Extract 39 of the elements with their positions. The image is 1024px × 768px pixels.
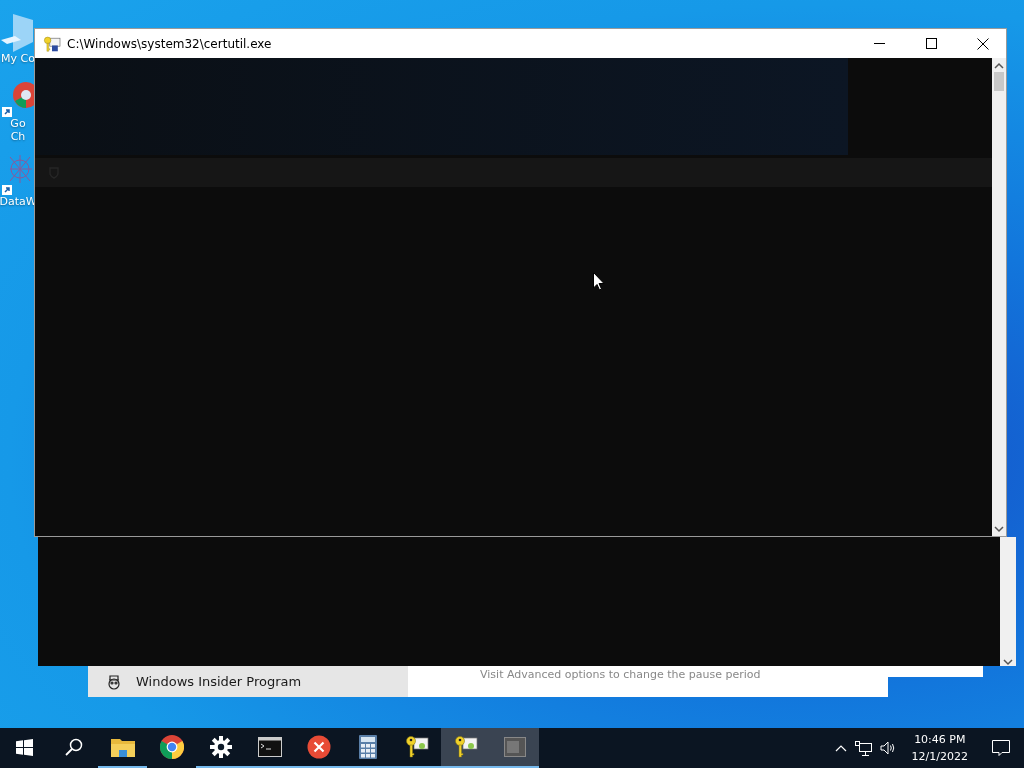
close-icon [977, 37, 989, 50]
folder-icon[interactable] [110, 737, 135, 757]
calculator-icon[interactable] [358, 735, 377, 759]
scroll-down-icon[interactable] [994, 525, 1004, 533]
gear-icon[interactable] [209, 736, 232, 758]
window-icon[interactable] [503, 737, 526, 757]
taskbar-button[interactable] [441, 728, 490, 768]
windows-logo-icon[interactable] [16, 738, 33, 756]
notification-icon[interactable] [992, 740, 1010, 756]
clock-date: 12/1/2022 [911, 749, 968, 765]
key-certificate-icon[interactable] [404, 735, 429, 759]
key-certificate-icon [43, 35, 61, 52]
hint-text: Visit Advanced options to change the pause period [479, 667, 761, 683]
network-shortcut-icon[interactable] [2, 155, 34, 195]
insider-icon [106, 673, 122, 690]
scrollbar[interactable] [1000, 537, 1016, 666]
nav-item[interactable]: Windows Insider Program [88, 666, 408, 697]
error-icon[interactable] [306, 735, 331, 759]
speaker-icon[interactable] [879, 741, 896, 755]
maximize-icon [925, 38, 937, 49]
search-icon[interactable] [64, 738, 83, 756]
mouse-pointer-icon [593, 272, 605, 291]
network-icon[interactable] [854, 740, 872, 756]
chrome-icon[interactable] [159, 735, 184, 759]
scroll-up-icon[interactable] [994, 62, 1004, 70]
key-certificate-icon[interactable] [453, 735, 478, 759]
terminal-icon[interactable] [257, 737, 282, 757]
desktop-icon-label[interactable]: Go [10, 117, 26, 130]
desktop-icon-label[interactable]: Ch [10, 130, 26, 143]
computer-icon[interactable] [1, 12, 35, 52]
scroll-down-icon[interactable] [1003, 658, 1013, 666]
minimize-icon [873, 43, 885, 44]
clock[interactable]: 10:46 PM 12/1/2022 [903, 731, 976, 765]
scroll-thumb[interactable] [994, 72, 1004, 91]
scrollbar[interactable] [992, 58, 1006, 536]
chevron-up-icon[interactable] [834, 744, 847, 752]
window-title: C:\Windows\system32\certutil.exe [67, 36, 273, 51]
desktop-icon-label[interactable]: My Co [1, 52, 35, 65]
clock-time: 10:46 PM [914, 732, 966, 748]
